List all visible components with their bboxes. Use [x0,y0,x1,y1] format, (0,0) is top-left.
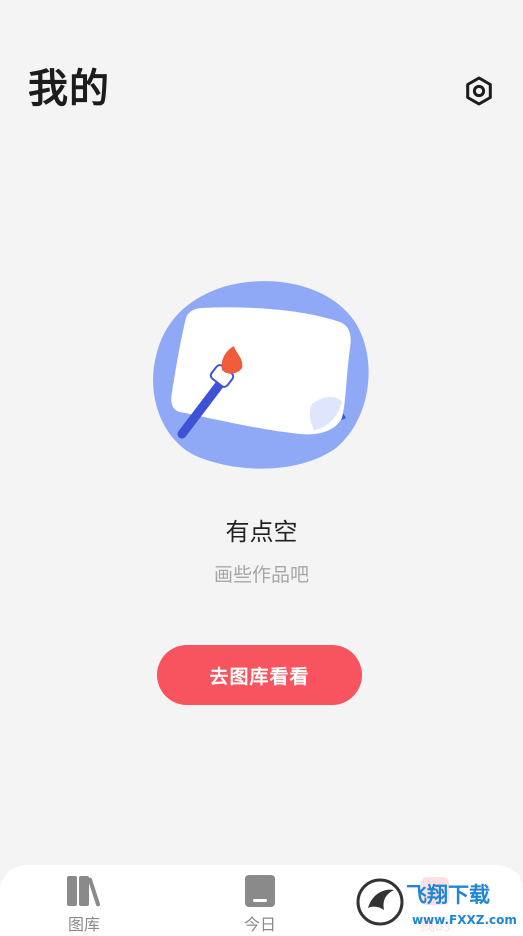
watermark-logo: 飞翔下载 www.FXXZ.com [354,872,520,932]
settings-icon [466,76,492,106]
go-to-gallery-button[interactable]: 去图库看看 [157,645,362,705]
page-title: 我的 [28,66,110,112]
nav-item-today[interactable]: 今日 [215,873,305,936]
empty-state-title: 有点空 [225,518,298,546]
nav-label-gallery: 图库 [67,915,100,934]
nav-label-today: 今日 [243,915,276,934]
watermark-brand: 飞翔下载 [406,883,490,907]
settings-button[interactable] [462,74,496,108]
watermark-url: www.FXXZ.com [412,913,517,927]
books-icon [64,873,104,909]
tablet-icon [240,873,280,909]
nav-item-gallery[interactable]: 图库 [39,873,129,936]
empty-illustration [150,278,372,470]
empty-state-subtitle: 画些作品吧 [213,564,309,586]
